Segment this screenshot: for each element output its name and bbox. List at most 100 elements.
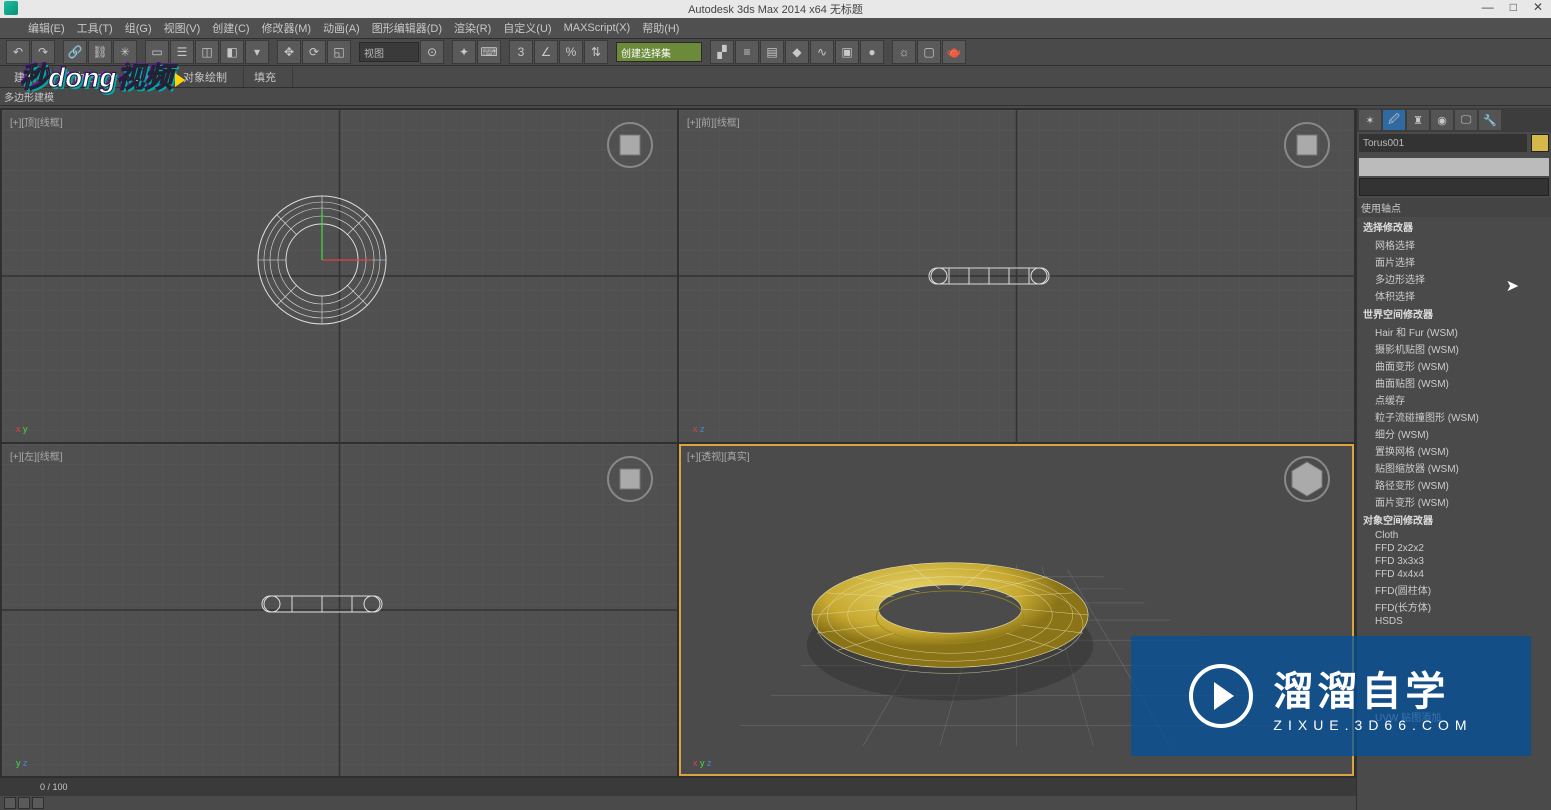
modifier-item[interactable]: 体积选择	[1357, 287, 1551, 304]
status-icon[interactable]	[32, 797, 44, 809]
modifier-item[interactable]: FFD 2x2x2	[1357, 542, 1551, 555]
schematic-view-button[interactable]: ▣	[835, 40, 859, 64]
viewcube-icon[interactable]	[607, 456, 653, 502]
modifier-item[interactable]: 面片变形 (WSM)	[1357, 493, 1551, 510]
modifier-item[interactable]: 粒子流碰撞图形 (WSM)	[1357, 408, 1551, 425]
display-tab[interactable]: 🖵	[1455, 110, 1477, 130]
maximize-button[interactable]: □	[1510, 0, 1517, 14]
object-name-field[interactable]: Torus001	[1359, 134, 1527, 152]
ribbon-tab-objectpaint[interactable]: 对象绘制	[173, 67, 244, 87]
viewport-label[interactable]: [+][顶][线框]	[10, 114, 63, 129]
modifier-item[interactable]: 曲面贴图 (WSM)	[1357, 374, 1551, 391]
modifier-item[interactable]: 网格选择	[1357, 236, 1551, 253]
ribbon-panel-polymodeling[interactable]: 多边形建模	[4, 89, 54, 104]
modifier-item[interactable]: 路径变形 (WSM)	[1357, 476, 1551, 493]
curve-editor-button[interactable]: ∿	[810, 40, 834, 64]
modifier-item[interactable]: 贴图缩放器 (WSM)	[1357, 459, 1551, 476]
modifier-item[interactable]: Cloth	[1357, 529, 1551, 542]
modifier-item[interactable]: 面片选择	[1357, 253, 1551, 270]
time-slider[interactable]: 0 / 100	[0, 778, 1356, 796]
viewport-left[interactable]: [+][左][线框] y z	[2, 444, 677, 776]
menu-modifiers[interactable]: 修改器(M)	[262, 20, 312, 36]
snap-toggle-button[interactable]: 3	[509, 40, 533, 64]
rotate-button[interactable]: ⟳	[302, 40, 326, 64]
motion-tab[interactable]: ◉	[1431, 110, 1453, 130]
menu-customize[interactable]: 自定义(U)	[503, 20, 551, 36]
modifier-item[interactable]: 细分 (WSM)	[1357, 425, 1551, 442]
spinner-snap-button[interactable]: ⇅	[584, 40, 608, 64]
graphite-toggle-button[interactable]: ◆	[785, 40, 809, 64]
menu-maxscript[interactable]: MAXScript(X)	[564, 22, 631, 34]
unlink-button[interactable]: ⛓	[88, 40, 112, 64]
menu-tools[interactable]: 工具(T)	[77, 20, 113, 36]
mirror-button[interactable]: ▞	[710, 40, 734, 64]
status-icon[interactable]	[18, 797, 30, 809]
modifier-item[interactable]: FFD(长方体)	[1357, 598, 1551, 615]
refcoord-dropdown[interactable]: 视图	[359, 42, 419, 62]
material-editor-button[interactable]: ●	[860, 40, 884, 64]
menu-grapheditors[interactable]: 图形编辑器(D)	[372, 20, 442, 36]
status-icon[interactable]	[4, 797, 16, 809]
modifier-list-dropdown[interactable]	[1359, 158, 1549, 176]
menu-group[interactable]: 组(G)	[125, 20, 152, 36]
modifier-item[interactable]: HSDS	[1357, 615, 1551, 628]
menu-create[interactable]: 创建(C)	[212, 20, 249, 36]
named-selection-set[interactable]: 创建选择集	[616, 42, 702, 62]
window-cross-button[interactable]: ◧	[220, 40, 244, 64]
viewport-perspective[interactable]: [+][透视][真实]	[679, 444, 1354, 776]
render-frame-button[interactable]: ▢	[917, 40, 941, 64]
menu-help[interactable]: 帮助(H)	[642, 20, 679, 36]
viewcube-icon[interactable]	[607, 122, 653, 168]
render-setup-button[interactable]: ☼	[892, 40, 916, 64]
hierarchy-tab[interactable]: ♜	[1407, 110, 1429, 130]
percent-snap-button[interactable]: %	[559, 40, 583, 64]
link-button[interactable]: 🔗	[63, 40, 87, 64]
menu-views[interactable]: 视图(V)	[164, 20, 201, 36]
move-button[interactable]: ✥	[277, 40, 301, 64]
layers-button[interactable]: ▤	[760, 40, 784, 64]
modifier-item[interactable]: FFD(圆柱体)	[1357, 581, 1551, 598]
modifier-search-field[interactable]	[1359, 178, 1549, 196]
modifier-item[interactable]: FFD 3x3x3	[1357, 555, 1551, 568]
modifier-item[interactable]: 置换网格 (WSM)	[1357, 442, 1551, 459]
modifier-list[interactable]: 选择修改器 网格选择 面片选择 多边形选择 体积选择 世界空间修改器 Hair …	[1357, 217, 1551, 725]
align-button[interactable]: ≡	[735, 40, 759, 64]
select-region-button[interactable]: ◫	[195, 40, 219, 64]
utilities-tab[interactable]: 🔧	[1479, 110, 1501, 130]
scale-button[interactable]: ◱	[327, 40, 351, 64]
viewcube-icon[interactable]	[1284, 122, 1330, 168]
viewport-top[interactable]: [+][顶][线框] x	[2, 110, 677, 442]
modifier-item[interactable]: 摄影机贴图 (WSM)	[1357, 340, 1551, 357]
selection-filter-button[interactable]: ▾	[245, 40, 269, 64]
undo-button[interactable]: ↶	[6, 40, 30, 64]
viewport-label[interactable]: [+][左][线框]	[10, 448, 63, 463]
modify-tab[interactable]: 🖉	[1383, 110, 1405, 130]
viewport-label[interactable]: [+][透视][真实]	[687, 448, 750, 463]
minimize-button[interactable]: —	[1482, 0, 1494, 14]
select-name-button[interactable]: ☰	[170, 40, 194, 64]
menu-edit[interactable]: 编辑(E)	[28, 20, 65, 36]
modifier-item[interactable]: 点缓存	[1357, 391, 1551, 408]
bind-spacewarp-button[interactable]: ✳	[113, 40, 137, 64]
ribbon-tab-populate[interactable]: 填充	[244, 67, 293, 87]
viewcube-icon[interactable]	[1284, 456, 1330, 502]
ribbon-tab-modeling[interactable]: 建模	[4, 67, 53, 87]
keyboard-shortcut-button[interactable]: ⌨	[477, 40, 501, 64]
angle-snap-button[interactable]: ∠	[534, 40, 558, 64]
select-button[interactable]: ▭	[145, 40, 169, 64]
render-button[interactable]: 🫖	[942, 40, 966, 64]
modifier-item[interactable]: 多边形选择	[1357, 270, 1551, 287]
ribbon-tab-selection[interactable]: 选择	[124, 67, 173, 87]
modifier-item[interactable]: UVW 贴图添加	[1357, 708, 1551, 725]
modifier-item[interactable]: FFD 4x4x4	[1357, 568, 1551, 581]
object-color-swatch[interactable]	[1531, 134, 1549, 152]
modifier-item[interactable]: 曲面变形 (WSM)	[1357, 357, 1551, 374]
manipulate-button[interactable]: ✦	[452, 40, 476, 64]
menu-rendering[interactable]: 渲染(R)	[454, 20, 491, 36]
use-center-button[interactable]: ⊙	[420, 40, 444, 64]
redo-button[interactable]: ↷	[31, 40, 55, 64]
modifier-item[interactable]: Hair 和 Fur (WSM)	[1357, 323, 1551, 340]
viewport-label[interactable]: [+][前][线框]	[687, 114, 740, 129]
menu-animation[interactable]: 动画(A)	[323, 20, 360, 36]
viewport-front[interactable]: [+][前][线框] x z	[679, 110, 1354, 442]
